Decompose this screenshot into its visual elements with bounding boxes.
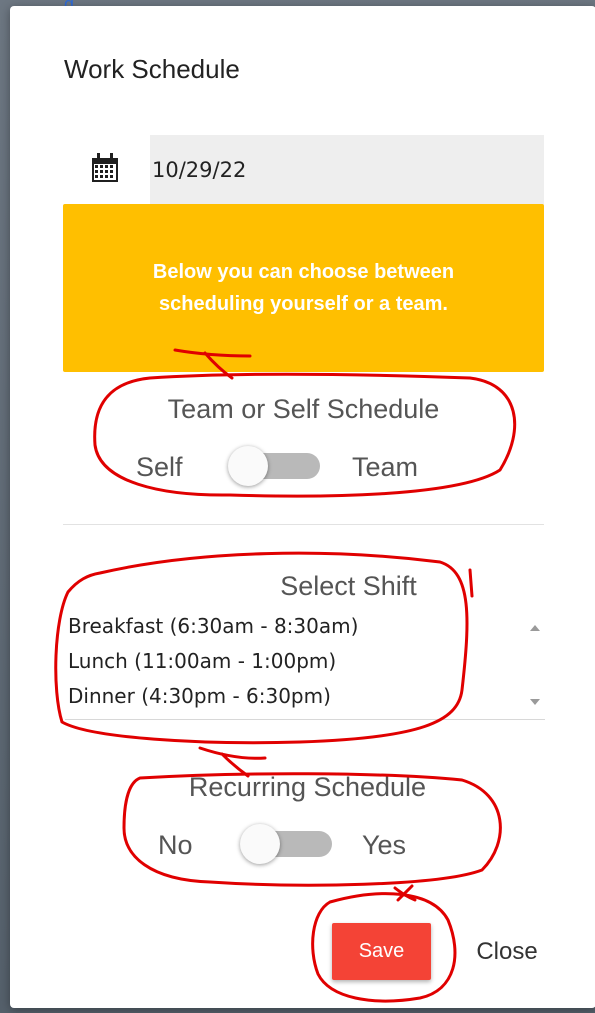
close-button[interactable]: Close	[462, 923, 552, 980]
team-self-toggle[interactable]	[228, 446, 320, 486]
toggle-knob[interactable]	[228, 446, 268, 486]
no-option-label: No	[158, 830, 193, 860]
scroll-up-arrow-icon[interactable]	[530, 625, 540, 631]
save-button[interactable]: Save	[332, 923, 431, 980]
work-schedule-modal: Work Schedule Below you can choose betwe…	[10, 6, 595, 1008]
team-or-self-label: Team or Self Schedule	[167, 394, 440, 424]
modal-title: Work Schedule	[64, 54, 240, 84]
shift-select-list[interactable]: Breakfast (6:30am - 8:30am) Lunch (11:00…	[65, 609, 545, 720]
recurring-schedule-label: Recurring Schedule	[188, 772, 427, 802]
scroll-down-arrow-icon[interactable]	[530, 699, 540, 705]
select-shift-label: Select Shift	[280, 571, 417, 601]
date-input[interactable]	[150, 135, 544, 205]
section-divider	[63, 524, 544, 525]
calendar-icon[interactable]	[90, 152, 120, 184]
info-notice: Below you can choose between scheduling …	[63, 204, 544, 372]
shift-option-breakfast[interactable]: Breakfast (6:30am - 8:30am)	[65, 609, 545, 644]
toggle-knob[interactable]	[240, 824, 280, 864]
yes-option-label: Yes	[362, 830, 407, 860]
info-notice-text: Below you can choose between scheduling …	[152, 261, 455, 315]
self-option-label: Self	[136, 452, 183, 482]
shift-list-scrollbar[interactable]	[525, 609, 545, 719]
team-option-label: Team	[352, 452, 419, 482]
shift-option-lunch[interactable]: Lunch (11:00am - 1:00pm)	[65, 644, 545, 679]
shift-option-dinner[interactable]: Dinner (4:30pm - 6:30pm)	[65, 679, 545, 714]
recurring-toggle[interactable]	[240, 824, 332, 864]
